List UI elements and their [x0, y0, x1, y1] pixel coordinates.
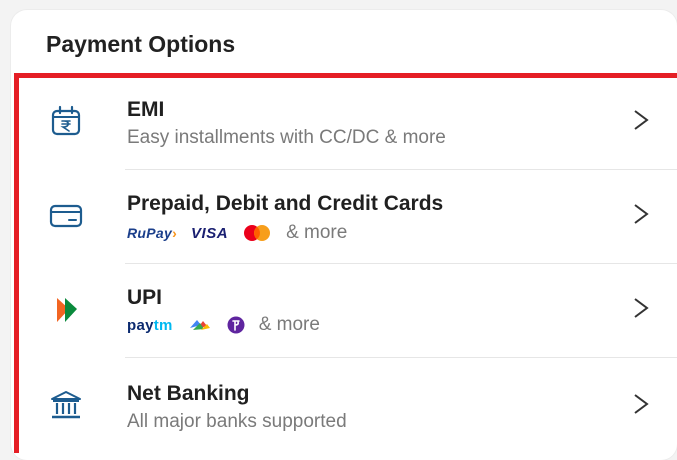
phonepe-logo [227, 316, 245, 334]
page-title: Payment Options [46, 31, 236, 57]
rupay-logo: RuPay› [127, 225, 178, 241]
option-name: UPI [127, 286, 163, 309]
card-network-logos: RuPay› VISA & more [127, 222, 347, 244]
credit-card-icon [49, 204, 83, 228]
option-name: Prepaid, Debit and Credit Cards [127, 192, 444, 215]
calendar-rupee-icon [51, 105, 81, 136]
upi-icon [57, 298, 77, 322]
upi-app-logos: paytm & more [127, 314, 320, 336]
payment-option-cards[interactable]: Prepaid, Debit and Credit Cards RuPay› V… [19, 172, 677, 264]
more-text: & more [258, 314, 320, 335]
payment-option-emi[interactable]: EMI Easy installments with CC/DC & more [19, 78, 677, 170]
google-pay-logo [189, 320, 210, 330]
chevron-right-icon [634, 298, 649, 318]
option-subtitle: Easy installments with CC/DC & more [127, 127, 446, 148]
visa-logo: VISA [191, 224, 229, 242]
chevron-right-icon [634, 110, 649, 130]
paytm-logo: paytm [127, 316, 173, 334]
chevron-right-icon [634, 204, 649, 224]
mastercard-logo [244, 225, 271, 241]
option-subtitle: All major banks supported [127, 411, 347, 432]
option-name: Net Banking [127, 382, 250, 405]
more-text: & more [286, 222, 348, 243]
payment-option-net-banking[interactable]: Net Banking All major banks supported [19, 362, 677, 454]
divider [125, 169, 677, 170]
divider [125, 357, 677, 358]
payment-option-upi[interactable]: UPI paytm & more [19, 266, 677, 358]
bank-icon [51, 391, 81, 419]
chevron-right-icon [634, 394, 649, 414]
divider [125, 263, 677, 264]
option-name: EMI [127, 98, 165, 121]
